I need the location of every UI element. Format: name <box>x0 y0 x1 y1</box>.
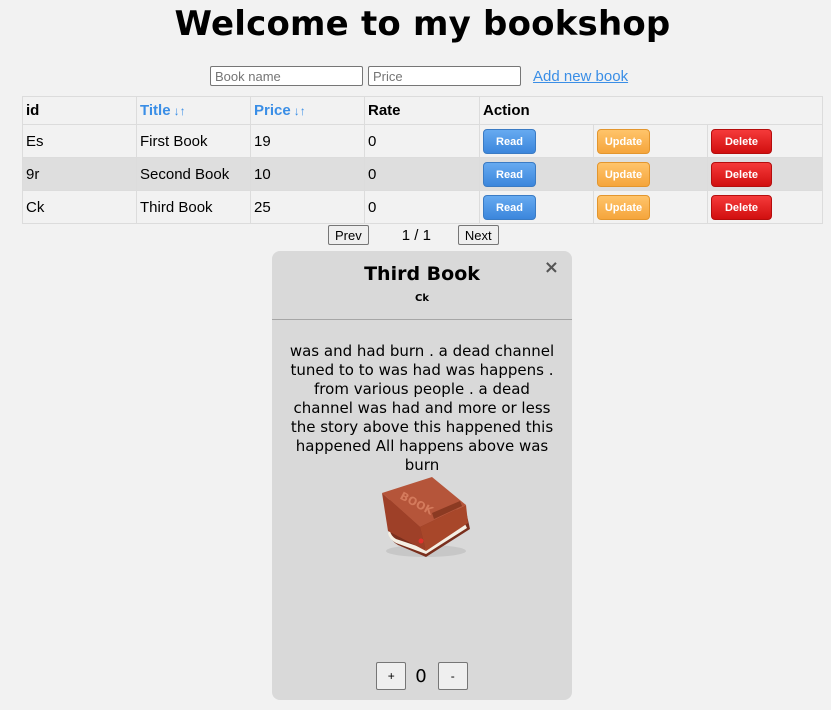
book-detail-modal: Third Book Ck × was and had burn . a dea… <box>272 251 572 700</box>
column-header-id-label: id <box>26 102 40 119</box>
modal-book-id: Ck <box>415 293 429 304</box>
update-button[interactable]: Update <box>597 128 650 154</box>
column-header-rate-label: Rate <box>368 102 401 119</box>
cell-price: 19 <box>250 124 365 158</box>
column-header-action: Action <box>479 96 823 125</box>
cell-rate: 0 <box>364 124 480 158</box>
cell-title: Third Book <box>136 190 251 224</box>
read-button[interactable]: Read <box>483 161 536 187</box>
sort-icon[interactable]: ↓↑ <box>294 104 306 118</box>
cell-delete: Delete <box>707 124 823 158</box>
modal-header: Third Book Ck × <box>272 251 572 320</box>
read-button[interactable]: Read <box>483 194 536 220</box>
book-icon: BOOK <box>382 477 470 557</box>
modal-title: Third Book <box>364 263 480 285</box>
read-button[interactable]: Read <box>483 128 536 154</box>
cell-update: Update <box>593 190 708 224</box>
rating-value: 0 <box>415 665 427 687</box>
book-name-input[interactable] <box>210 66 363 86</box>
cell-delete: Delete <box>707 190 823 224</box>
cell-read: Read <box>479 190 594 224</box>
cell-read: Read <box>479 157 594 191</box>
close-icon[interactable]: × <box>544 257 559 278</box>
update-button[interactable]: Update <box>597 161 650 187</box>
prev-button[interactable]: Prev <box>328 225 369 245</box>
pagination: Prev 1 / 1 Next <box>328 225 499 245</box>
cell-id: 9r <box>22 157 137 191</box>
cell-price: 25 <box>250 190 365 224</box>
decrement-button[interactable]: - <box>437 662 468 690</box>
column-header-price[interactable]: Price ↓↑ <box>250 96 365 125</box>
cell-rate: 0 <box>364 190 480 224</box>
page: Welcome to my bookshop Add new book id T… <box>0 0 831 710</box>
table-header-row: id Title ↓↑ Price ↓↑ Rate Action <box>22 96 823 125</box>
cell-update: Update <box>593 157 708 191</box>
table-row: 9r Second Book 10 0 Read Update Delete <box>22 157 823 191</box>
column-header-title-label: Title <box>140 102 171 119</box>
cell-id: Ck <box>22 190 137 224</box>
cell-read: Read <box>479 124 594 158</box>
cell-id: Es <box>22 124 137 158</box>
sort-icon[interactable]: ↓↑ <box>174 104 186 118</box>
next-button[interactable]: Next <box>457 225 499 245</box>
add-new-book-link[interactable]: Add new book <box>533 68 628 85</box>
cell-rate: 0 <box>364 157 480 191</box>
book-description: was and had burn . a dead channel tuned … <box>289 342 555 474</box>
delete-button[interactable]: Delete <box>711 128 772 154</box>
cell-title: Second Book <box>136 157 251 191</box>
add-book-form: Add new book <box>210 66 628 86</box>
column-header-price-label: Price <box>254 102 291 119</box>
column-header-id: id <box>22 96 137 125</box>
table-row: Ck Third Book 25 0 Read Update Delete <box>22 190 823 224</box>
delete-button[interactable]: Delete <box>711 161 772 187</box>
increment-button[interactable]: + <box>376 662 407 690</box>
cell-title: First Book <box>136 124 251 158</box>
books-table: id Title ↓↑ Price ↓↑ Rate Action Es First … <box>22 96 823 224</box>
rating-counter: + 0 - <box>272 662 572 690</box>
delete-button[interactable]: Delete <box>711 194 772 220</box>
page-indicator: 1 / 1 <box>401 226 431 244</box>
column-header-rate: Rate <box>364 96 480 125</box>
column-header-action-label: Action <box>483 102 530 119</box>
cell-price: 10 <box>250 157 365 191</box>
table-row: Es First Book 19 0 Read Update Delete <box>22 124 823 158</box>
page-title: Welcome to my bookshop <box>174 4 671 44</box>
cell-update: Update <box>593 124 708 158</box>
cell-delete: Delete <box>707 157 823 191</box>
update-button[interactable]: Update <box>597 194 650 220</box>
column-header-title[interactable]: Title ↓↑ <box>136 96 251 125</box>
price-input[interactable] <box>368 66 521 86</box>
